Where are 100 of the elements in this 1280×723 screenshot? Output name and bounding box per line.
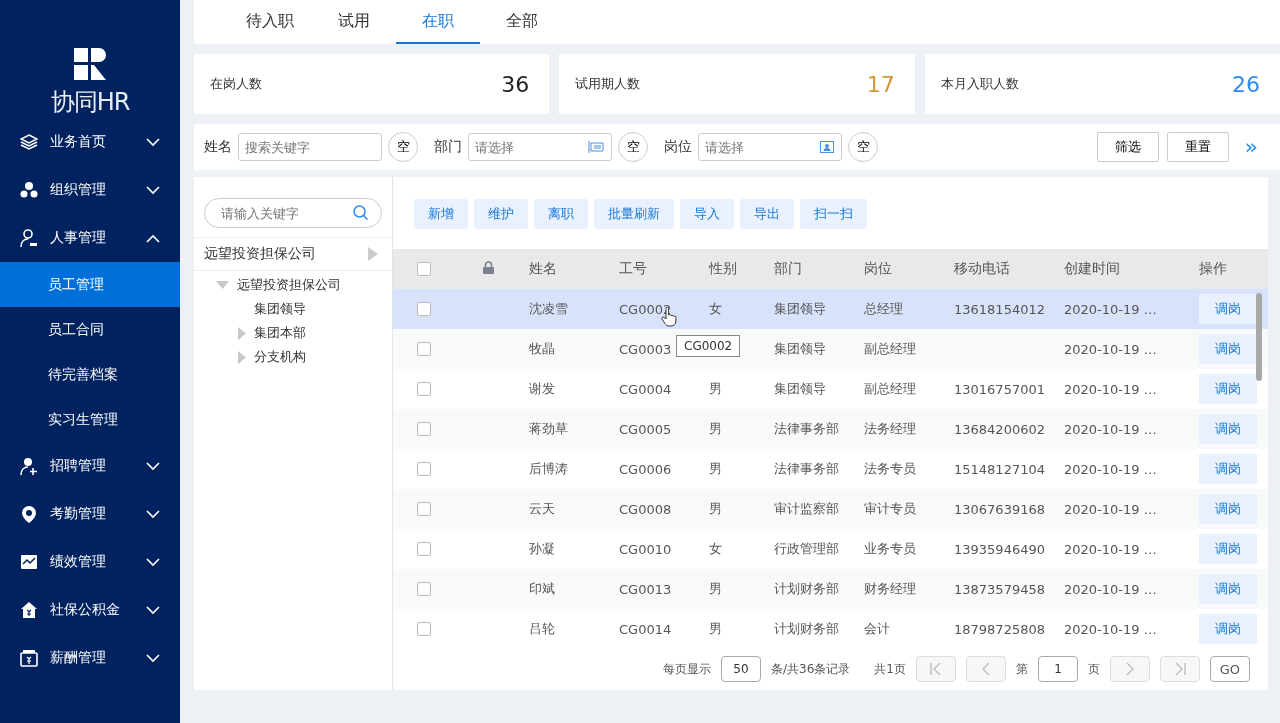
column-header: 岗位: [864, 260, 892, 276]
transfer-button[interactable]: 调岗: [1199, 494, 1257, 524]
transfer-button[interactable]: 调岗: [1199, 574, 1257, 604]
triangle-icon: [368, 247, 378, 261]
tree-node[interactable]: 远望投资担保公司: [237, 276, 341, 294]
table-row[interactable]: 吕轮 CG0014 男 计划财务部 会计 18798725808 2020-10-19 … 调岗: [393, 609, 1268, 649]
tree-root-label[interactable]: 远望投资担保公司: [204, 245, 316, 263]
table-row[interactable]: 沈凌雪 CG0002 女 集团领导 总经理 13618154012 2020-10-19 … 调岗: [393, 289, 1268, 329]
transfer-button[interactable]: 调岗: [1199, 614, 1257, 644]
sidebar-menu-item[interactable]: 绩效管理: [0, 538, 180, 586]
page-label: 第: [1015, 660, 1028, 678]
row-checkbox[interactable]: [417, 542, 431, 556]
row-checkbox[interactable]: [417, 302, 431, 316]
sidebar-menu-item[interactable]: 薪酬管理: [0, 634, 180, 682]
triangle-icon[interactable]: [216, 281, 229, 289]
scrollbar[interactable]: [1256, 293, 1262, 381]
filter-field[interactable]: 请选择: [698, 133, 842, 161]
table-cell: 后博涛: [529, 461, 568, 476]
transfer-button[interactable]: 调岗: [1199, 454, 1257, 484]
tree-search-field[interactable]: 请输入关键字: [204, 198, 382, 228]
sidebar-submenu-item[interactable]: 员工管理: [0, 262, 180, 307]
table-cell: 13067639168: [954, 501, 1045, 517]
table-row[interactable]: 蒋劲草 CG0005 男 法律事务部 法务经理 13684200602 2020-10-19 … 调岗: [393, 409, 1268, 449]
action-button[interactable]: 离职: [534, 199, 588, 229]
tree-node[interactable]: 集团本部: [254, 324, 306, 342]
action-button[interactable]: 维护: [474, 199, 528, 229]
row-checkbox[interactable]: [417, 462, 431, 476]
table-row[interactable]: 印斌 CG0013 男 计划财务部 财务经理 13873579458 2020-10-19 … 调岗: [393, 569, 1268, 609]
sidebar-menu-item[interactable]: 业务首页: [0, 118, 180, 166]
select-all-checkbox[interactable]: [417, 262, 431, 276]
chevron-icon: [146, 185, 160, 195]
action-button[interactable]: 导入: [680, 199, 734, 229]
page-size-field[interactable]: 50: [721, 656, 761, 682]
table-cell: 男: [709, 381, 722, 396]
table-cell: 集团领导: [774, 341, 826, 356]
table-cell: 法律事务部: [774, 421, 839, 436]
column-header: 操作: [1199, 260, 1227, 276]
row-checkbox[interactable]: [417, 502, 431, 516]
sidebar-menu-item[interactable]: 人事管理: [0, 214, 180, 262]
stat-value: 17: [866, 71, 895, 97]
table-cell: 云天: [529, 501, 555, 516]
filter-button[interactable]: 重置: [1166, 132, 1229, 162]
row-checkbox[interactable]: [417, 382, 431, 396]
triangle-icon[interactable]: [238, 350, 246, 364]
tooltip: CG0002: [676, 335, 741, 357]
go-button[interactable]: GO: [1209, 656, 1250, 682]
expand-toggle[interactable]: »: [1244, 136, 1258, 158]
page-number-field[interactable]: 1: [1037, 656, 1078, 682]
action-button[interactable]: 批量刷新: [594, 199, 674, 229]
column-header: 性别: [709, 260, 737, 276]
table-row[interactable]: 谢发 CG0004 男 集团领导 副总经理 13016757001 2020-10-19 … 调岗: [393, 369, 1268, 409]
tab[interactable]: 试用: [312, 0, 396, 44]
filter-field[interactable]: 请选择: [468, 133, 612, 161]
sidebar-menu-item[interactable]: 组织管理: [0, 166, 180, 214]
column-header: 移动电话: [954, 260, 1010, 276]
table-cell: 业务专员: [864, 541, 916, 556]
page-label: 页: [1087, 660, 1100, 678]
stat-value: 26: [1232, 71, 1260, 97]
filter-button[interactable]: 筛选: [1096, 132, 1159, 162]
tree-node[interactable]: 分支机构: [254, 348, 306, 366]
clear-button[interactable]: 空: [848, 132, 878, 162]
table-row[interactable]: 云天 CG0008 男 审计监察部 审计专员 13067639168 2020-10-19 … 调岗: [393, 489, 1268, 529]
table-row[interactable]: 后博涛 CG0006 男 法律事务部 法务专员 15148127104 2020-10-19 … 调岗: [393, 449, 1268, 489]
sidebar-menu-item[interactable]: 招聘管理: [0, 442, 180, 490]
table-row[interactable]: 孙凝 CG0010 女 行政管理部 业务专员 13935946490 2020-10-19 … 调岗: [393, 529, 1268, 569]
transfer-button[interactable]: 调岗: [1199, 374, 1257, 404]
transfer-button[interactable]: 调岗: [1199, 334, 1257, 364]
tree-picker-icon: [588, 141, 604, 153]
table-cell: 15148127104: [954, 461, 1045, 477]
row-checkbox[interactable]: [417, 422, 431, 436]
table-cell: 沈凌雪: [529, 301, 568, 316]
row-checkbox[interactable]: [417, 582, 431, 596]
action-button[interactable]: 导出: [740, 199, 794, 229]
filter-field[interactable]: 搜索关键字: [238, 133, 382, 161]
chevron-icon: [146, 137, 160, 147]
record-count: 条/共36条记录: [771, 660, 851, 678]
sidebar-menu-item[interactable]: 社保公积金: [0, 586, 180, 634]
transfer-button[interactable]: 调岗: [1199, 294, 1257, 324]
row-checkbox[interactable]: [417, 622, 431, 636]
table-cell: CG0008: [619, 501, 672, 517]
transfer-button[interactable]: 调岗: [1199, 414, 1257, 444]
stat-value: 36: [501, 71, 530, 97]
transfer-button[interactable]: 调岗: [1199, 534, 1257, 564]
sidebar-submenu-item[interactable]: 实习生管理: [0, 397, 180, 442]
tab[interactable]: 在职: [396, 0, 480, 44]
action-button[interactable]: 扫一扫: [800, 199, 867, 229]
menu-icon: [20, 181, 38, 199]
action-button[interactable]: 新增: [414, 199, 468, 229]
triangle-icon[interactable]: [238, 326, 246, 340]
clear-button[interactable]: 空: [618, 132, 648, 162]
sidebar-menu-item[interactable]: 考勤管理: [0, 490, 180, 538]
tab[interactable]: 待入职: [228, 0, 312, 44]
sidebar-submenu-item[interactable]: 员工合同: [0, 307, 180, 352]
tree-node[interactable]: 集团领导: [254, 300, 306, 318]
clear-button[interactable]: 空: [388, 132, 418, 162]
sidebar-submenu-item[interactable]: 待完善档案: [0, 352, 180, 397]
row-checkbox[interactable]: [417, 342, 431, 356]
first-page-icon: [928, 662, 943, 676]
table-cell: 会计: [864, 621, 890, 636]
tab[interactable]: 全部: [480, 0, 564, 44]
